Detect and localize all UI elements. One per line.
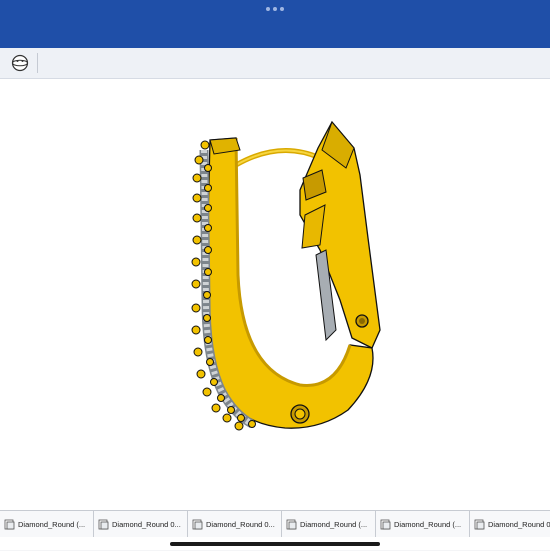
document-tab[interactable]: Diamond_Round 0...	[470, 511, 550, 537]
toolbar	[0, 48, 550, 79]
hinge-pin-hole-inner	[359, 318, 365, 324]
part-document-icon	[286, 519, 297, 529]
part-document-icon	[192, 519, 203, 529]
3d-model-viewport[interactable]	[0, 79, 550, 510]
document-tab[interactable]: Diamond_Round (...	[282, 511, 376, 537]
tab-label: Diamond_Round (...	[300, 519, 368, 529]
lower-hinge-hole-inner	[294, 408, 306, 420]
tab-label: Diamond_Round (...	[18, 519, 86, 529]
part-document-icon	[98, 519, 109, 529]
part-document-icon	[4, 519, 15, 529]
tab-label: Diamond_Round 0...	[206, 519, 275, 529]
tab-label: Diamond_Round 0...	[112, 519, 181, 529]
document-tab[interactable]: Diamond_Round (...	[376, 511, 470, 537]
document-tab[interactable]: Diamond_Round (...	[0, 511, 94, 537]
home-indicator[interactable]	[170, 542, 380, 546]
earring-model	[191, 120, 381, 431]
part-document-icon	[380, 519, 391, 529]
more-dots-icon[interactable]	[266, 6, 284, 12]
document-tab[interactable]: Diamond_Round 0...	[94, 511, 188, 537]
tab-label: Diamond_Round (...	[394, 519, 462, 529]
tab-label: Diamond_Round 0...	[488, 519, 550, 529]
part-document-icon	[474, 519, 485, 529]
document-tab[interactable]: Diamond_Round 0...	[188, 511, 282, 537]
toolbar-separator	[37, 53, 38, 73]
app-header-bar	[0, 0, 550, 48]
view-orientation-icon[interactable]	[10, 53, 30, 73]
